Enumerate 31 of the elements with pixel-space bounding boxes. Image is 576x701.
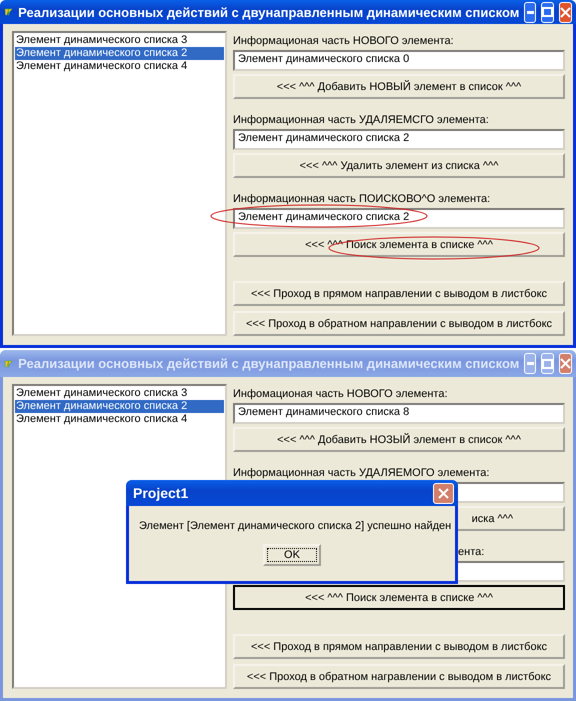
input-field[interactable]: Элемент динамического списка 2 (233, 208, 565, 229)
maximize-icon (542, 358, 553, 368)
close-icon (560, 358, 571, 369)
maximize-icon (542, 7, 553, 17)
list-item[interactable]: Элемент динамического списка 3 (15, 34, 224, 47)
traverse-button[interactable]: <<< Проход в прямом направлении с выводом в листбокс (233, 281, 565, 306)
list-item[interactable]: Элемент динамического списка 4 (15, 60, 224, 73)
dialog-title: Project1 (133, 485, 188, 501)
field-label: Информационная часть УДАЛЯЕМСГО элемента: (233, 114, 489, 126)
traverse-button[interactable]: <<< Проход в обратном направлении с выводом в листбокс (233, 311, 565, 336)
action-button[interactable]: <<< ^^^ Удалить элемент из списка ^^^ (233, 153, 565, 178)
input-field[interactable]: Элемент динамического списка 2 (233, 129, 565, 150)
close-icon (438, 488, 449, 498)
field-label: Информационая часть НОВОГО элемента: (233, 35, 454, 47)
close-button[interactable] (433, 482, 454, 504)
field-label: Инфомационая часть НОВОГО элемента: (233, 388, 448, 400)
field-label: ента: (458, 546, 484, 558)
minimize-button[interactable] (524, 2, 536, 22)
close-button[interactable] (559, 2, 572, 22)
input-field[interactable]: Элемент динамического списка 0 (233, 50, 565, 71)
field-label: Информационная часть УДАЛЯЕМОГО элемента: (233, 467, 490, 479)
action-button[interactable]: <<< ^^^ Добавить НОВЫЙ элемент в список ^^^ (233, 74, 565, 99)
window-title: Реализации основных действий с двунаправленным динамическим списком (18, 4, 520, 20)
dialog-message: Элемент [Элемент динамического списка 2] успешно найден (139, 519, 452, 533)
minimize-icon (526, 362, 534, 365)
window-title: Реализации основных действий с двунаправленным динамическим списком (18, 356, 520, 371)
list-item[interactable]: Элемент динамического списка 2 (15, 47, 224, 60)
field-label: Информационная часть ПОИСКОВО^О элемента: (233, 193, 490, 205)
maximize-button[interactable] (541, 2, 554, 22)
minimize-icon (526, 10, 534, 14)
close-icon (560, 6, 571, 18)
